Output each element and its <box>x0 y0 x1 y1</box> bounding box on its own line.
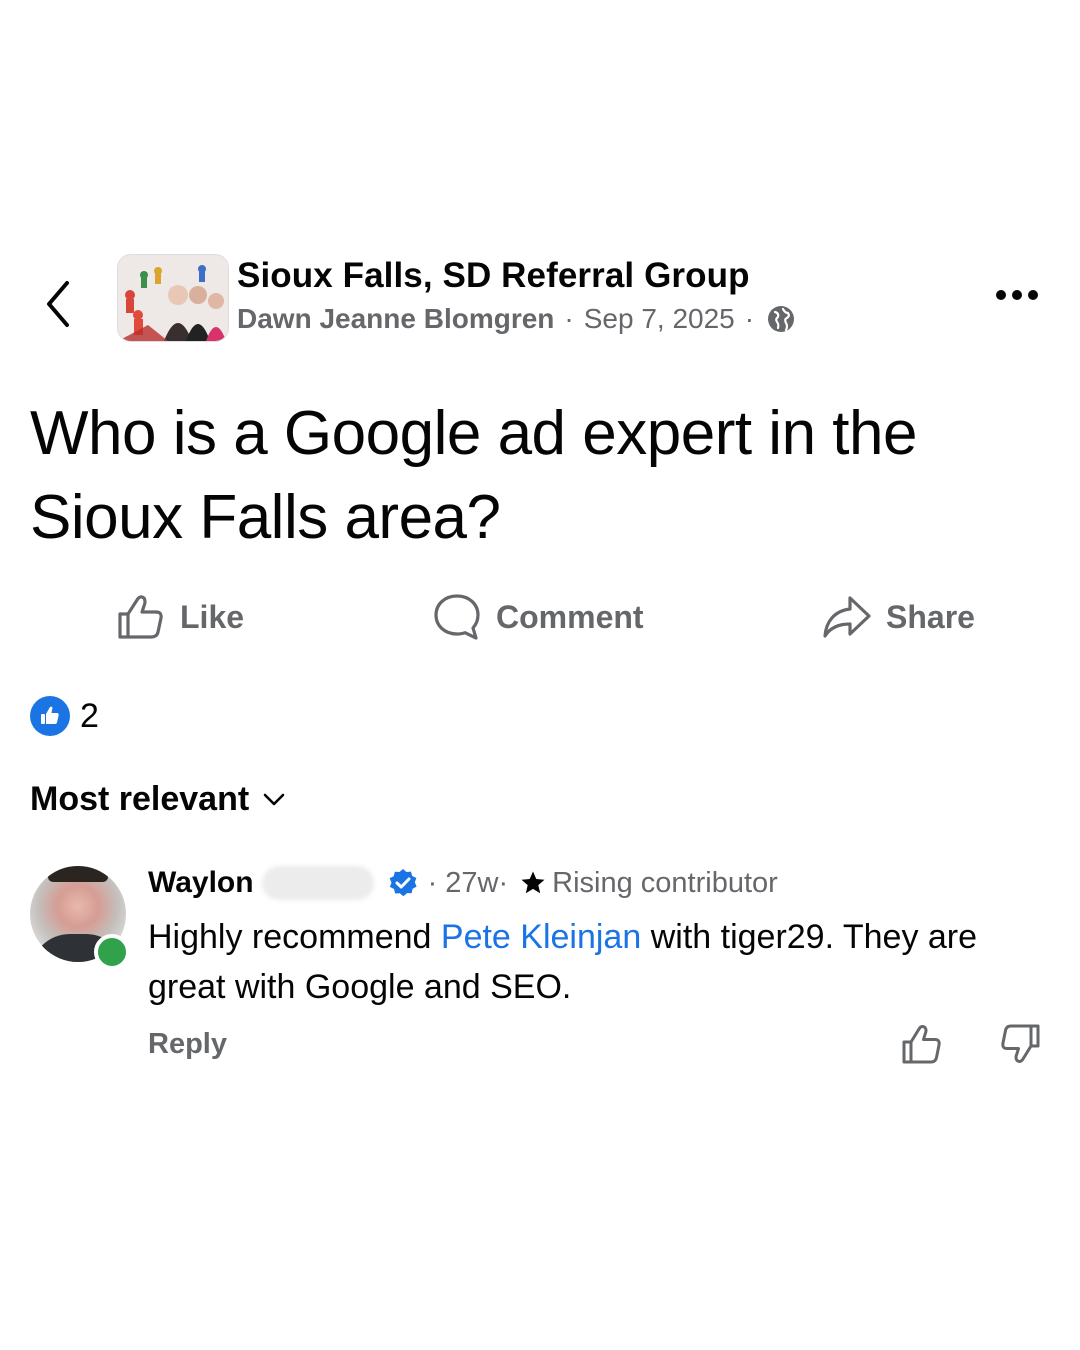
chevron-left-icon <box>47 281 69 327</box>
globe-icon <box>768 306 795 332</box>
post-meta: Dawn Jeanne Blomgren · Sep 7, 2025 · <box>237 303 796 335</box>
group-photo <box>118 255 228 341</box>
back-button[interactable] <box>36 276 80 332</box>
comment-text-before: Highly recommend <box>148 918 441 956</box>
comment-header: Waylon · 27w· Rising contributor <box>148 866 778 900</box>
sort-label: Most relevant <box>30 780 250 818</box>
thumbs-up-icon <box>118 595 163 639</box>
mention-link[interactable]: Pete Kleinjan <box>441 918 641 956</box>
comment-text: Highly recommend Pete Kleinjan with tige… <box>148 912 1028 1012</box>
post-date[interactable]: Sep 7, 2025 <box>584 303 735 335</box>
avatar-hair <box>48 866 108 882</box>
share-label: Share <box>886 598 975 635</box>
chevron-down-icon <box>263 793 285 805</box>
share-arrow-icon <box>823 596 871 638</box>
redacted-name <box>261 866 374 900</box>
more-options-button[interactable] <box>996 290 1038 300</box>
reaction-summary[interactable]: 2 <box>30 696 99 736</box>
like-label: Like <box>180 598 245 635</box>
dot-icon <box>1012 290 1022 300</box>
dot-icon <box>1028 290 1038 300</box>
like-reaction-icon <box>30 696 70 736</box>
comment-time[interactable]: · 27w· <box>428 867 509 900</box>
share-button[interactable]: Share <box>822 592 975 642</box>
reaction-count: 2 <box>80 696 99 735</box>
comment-button[interactable]: Comment <box>432 592 644 642</box>
contributor-badge: Rising contributor <box>552 866 778 899</box>
comment-sort-dropdown[interactable]: Most relevant <box>30 780 285 819</box>
group-avatar[interactable] <box>117 254 229 342</box>
comment-bubble-icon <box>434 594 480 640</box>
meta-separator: · <box>564 303 574 334</box>
comment-label: Comment <box>496 598 644 635</box>
star-icon <box>521 871 545 894</box>
dot-icon <box>996 290 1006 300</box>
online-status-dot <box>94 934 130 970</box>
post-author[interactable]: Dawn Jeanne Blomgren <box>237 303 554 335</box>
downvote-icon[interactable] <box>998 1022 1042 1066</box>
post-text: Who is a Google ad expert in the Sioux F… <box>30 399 917 552</box>
verified-badge-icon <box>389 869 417 897</box>
like-button[interactable]: Like <box>116 592 244 642</box>
reply-button[interactable]: Reply <box>148 1028 227 1061</box>
meta-separator: · <box>744 303 755 334</box>
commenter-name[interactable]: Waylon <box>148 866 254 900</box>
group-name[interactable]: Sioux Falls, SD Referral Group <box>237 256 750 296</box>
upvote-icon[interactable] <box>900 1022 944 1066</box>
